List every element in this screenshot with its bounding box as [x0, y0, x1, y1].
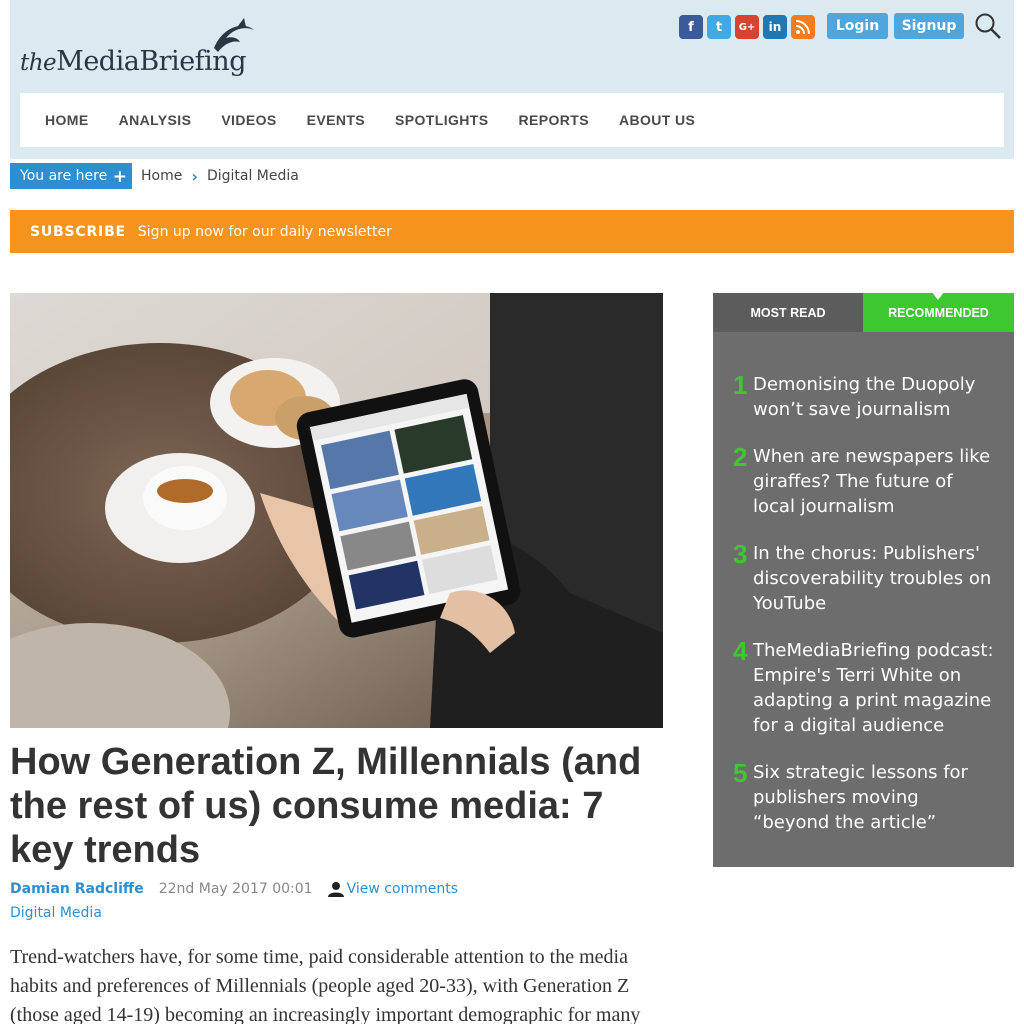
list-item[interactable]: 2 When are newspapers like giraffes? The… — [733, 444, 999, 519]
article-link[interactable]: When are newspapers like giraffes? The f… — [753, 444, 999, 519]
linkedin-icon[interactable]: in — [763, 15, 787, 39]
article-body: Trend-watchers have, for some time, paid… — [10, 946, 641, 1024]
logo-prefix: the — [20, 50, 57, 76]
breadcrumb: You are here + Home › Digital Media — [10, 163, 299, 189]
main-nav: HOME ANALYSIS VIDEOS EVENTS SPOTLIGHTS R… — [20, 93, 1004, 147]
rank-number: 3 — [733, 539, 748, 569]
nav-item-videos[interactable]: VIDEOS — [221, 112, 276, 128]
nav-item-events[interactable]: EVENTS — [307, 112, 365, 128]
publish-date: 22nd May 2017 00:01 — [158, 881, 313, 897]
author-link[interactable]: Damian Radcliffe — [10, 881, 144, 897]
site-header: theMediaBriefing f t G+ in Login Signup … — [10, 0, 1014, 159]
rss-glyph — [795, 20, 810, 35]
rss-icon[interactable] — [791, 15, 815, 39]
subscribe-label: SUBSCRIBE — [30, 223, 126, 240]
list-item[interactable]: 3 In the chorus: Publishers' discoverabi… — [733, 541, 999, 616]
nav-item-spotlights[interactable]: SPOTLIGHTS — [395, 112, 488, 128]
rank-number: 2 — [733, 442, 748, 472]
tab-indicator-icon — [932, 292, 944, 300]
you-are-here-label: You are here — [20, 168, 108, 184]
rank-number: 1 — [733, 370, 748, 400]
tablet-photo-illustration — [10, 293, 663, 728]
you-are-here-toggle[interactable]: You are here + — [10, 163, 132, 189]
article-link[interactable]: In the chorus: Publishers' discoverabili… — [753, 541, 999, 616]
social-links: f t G+ in — [679, 15, 815, 39]
tab-most-read[interactable]: MOST READ — [713, 293, 863, 332]
twitter-icon[interactable]: t — [707, 15, 731, 39]
nav-item-about-us[interactable]: ABOUT US — [619, 112, 695, 128]
article-link[interactable]: Demonising the Duopoly won’t save journa… — [753, 372, 999, 422]
nav-item-analysis[interactable]: ANALYSIS — [119, 112, 192, 128]
subscribe-text: Sign up now for our daily newsletter — [137, 223, 392, 240]
tab-recommended[interactable]: RECOMMENDED — [863, 292, 1014, 332]
sidebar-most-read: MOST READ RECOMMENDED 1 Demonising the D… — [713, 292, 1014, 867]
chevron-right-icon: › — [191, 166, 198, 186]
article-link[interactable]: TheMediaBriefing podcast: Empire's Terri… — [753, 638, 999, 738]
list-item[interactable]: 4 TheMediaBriefing podcast: Empire's Ter… — [733, 638, 999, 738]
nav-item-home[interactable]: HOME — [45, 112, 89, 128]
article-category-link[interactable]: Digital Media — [10, 905, 102, 921]
google-plus-icon[interactable]: G+ — [735, 15, 759, 39]
tab-recommended-label: RECOMMENDED — [888, 305, 989, 320]
sidebar-tabs: MOST READ RECOMMENDED — [713, 292, 1014, 332]
signup-button[interactable]: Signup — [894, 13, 964, 39]
rank-number: 4 — [733, 636, 748, 666]
list-item[interactable]: 1 Demonising the Duopoly won’t save jour… — [733, 372, 999, 422]
article-title: How Generation Z, Millennials (and the r… — [10, 741, 642, 871]
article-link[interactable]: Six strategic lessons for publishers mov… — [753, 760, 999, 835]
dolphin-logo-icon — [214, 18, 254, 52]
nav-item-reports[interactable]: REPORTS — [519, 112, 589, 128]
article-hero-image — [10, 293, 663, 728]
breadcrumb-digital-media[interactable]: Digital Media — [207, 168, 299, 184]
plus-icon: + — [112, 167, 127, 187]
rank-number: 5 — [733, 758, 748, 788]
view-comments-link[interactable]: View comments — [347, 881, 458, 897]
user-icon — [327, 882, 344, 897]
list-item[interactable]: 5 Six strategic lessons for publishers m… — [733, 760, 999, 835]
site-logo[interactable]: theMediaBriefing — [20, 18, 260, 84]
search-icon[interactable] — [974, 12, 1002, 40]
subscribe-banner[interactable]: SUBSCRIBE Sign up now for our daily news… — [10, 210, 1014, 253]
login-button[interactable]: Login — [827, 13, 888, 39]
article-meta: Damian Radcliffe 22nd May 2017 00:01 Vie… — [10, 879, 458, 899]
most-read-list: 1 Demonising the Duopoly won’t save jour… — [713, 332, 1014, 835]
facebook-icon[interactable]: f — [679, 15, 703, 39]
breadcrumb-home[interactable]: Home — [141, 168, 182, 184]
